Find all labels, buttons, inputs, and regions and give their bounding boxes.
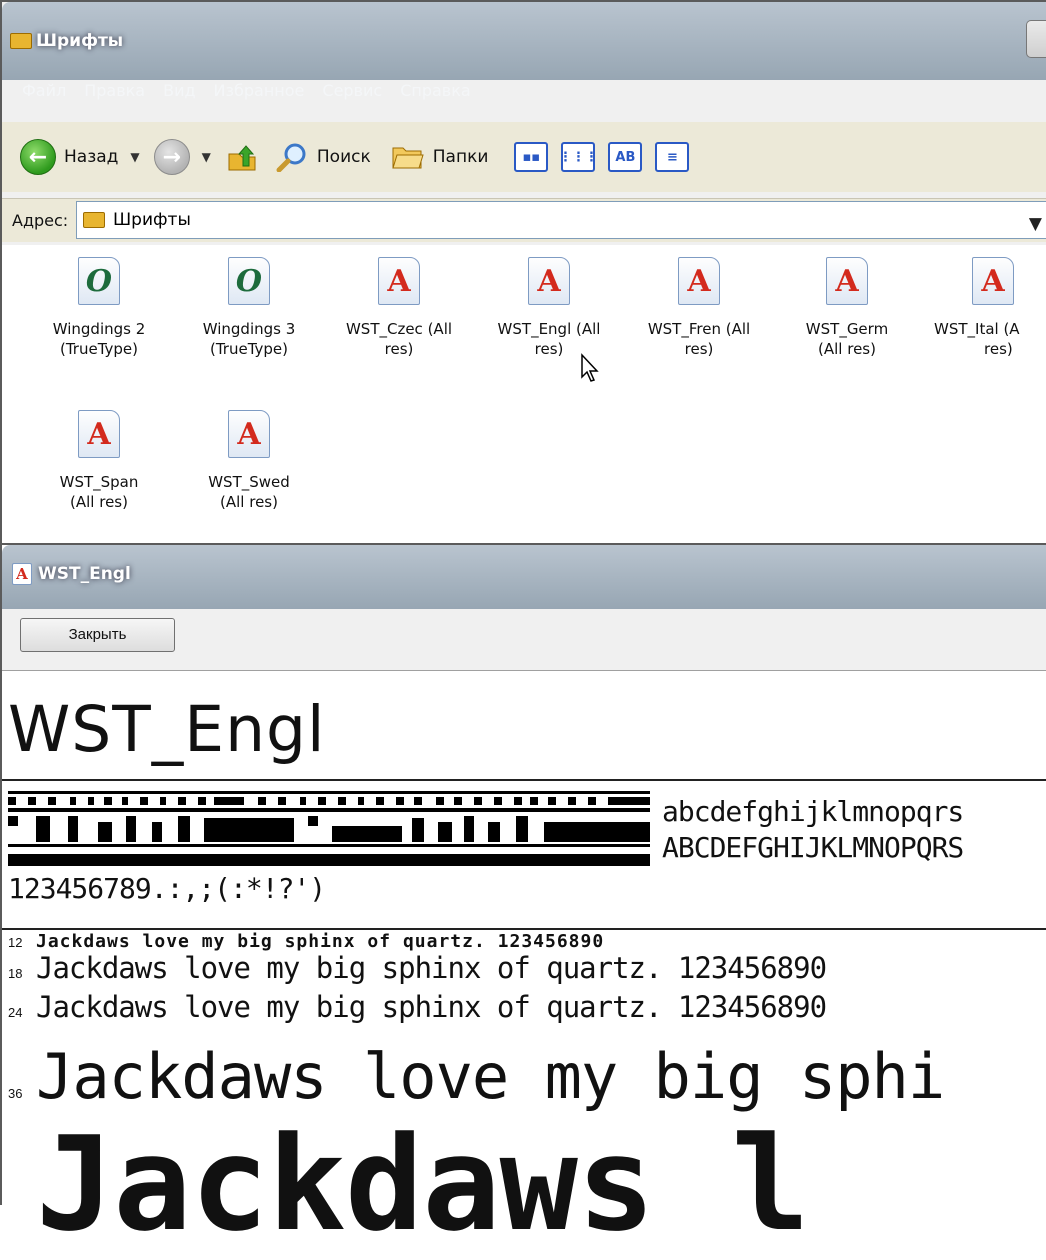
viewer-titlebar[interactable]: A WST_Engl — [2, 545, 1046, 609]
menu-help[interactable]: Справка — [400, 81, 471, 100]
view-tiles-icon[interactable]: ⋮⋮⋮ — [559, 142, 598, 172]
file-name-2: (TrueType) — [59, 340, 139, 358]
back-dropdown-icon[interactable]: ▼ — [130, 150, 139, 164]
file-name: Wingdings 3 — [202, 320, 296, 338]
file-name: WST_Span — [59, 473, 139, 491]
view-icons-icon[interactable]: AB — [608, 142, 643, 172]
viewer-toolbar: Закрыть — [2, 609, 1046, 671]
sample-line-18: 18 Jackdaws love my big sphinx of quartz.… — [8, 951, 827, 985]
opentype-o-icon: O — [78, 257, 120, 305]
view-thumbnails-icon[interactable]: ▪▪ — [514, 142, 549, 172]
address-dropdown-icon[interactable]: ▼ — [1029, 214, 1042, 234]
size-label: 12 — [8, 935, 23, 950]
menu-edit[interactable]: Правка — [84, 81, 145, 100]
view-details-icon[interactable]: ≡ — [655, 142, 690, 172]
folder-icon — [83, 212, 105, 228]
file-name: WST_Ital (A — [934, 320, 1020, 338]
font-a-icon: A — [228, 410, 270, 458]
file-item[interactable]: A WST_Czec (All res) — [324, 257, 474, 359]
file-name-2: (TrueType) — [209, 340, 289, 358]
font-a-icon: A — [12, 563, 32, 585]
file-item[interactable]: A WST_Engl (All res) — [474, 257, 624, 359]
menu-favorites[interactable]: Избранное — [214, 81, 305, 100]
toolbar: ← Назад ▼ → ▼ Поиск Папки ▪▪ ⋮⋮⋮ AB ≡ — [2, 122, 1046, 192]
close-button[interactable]: Закрыть — [20, 618, 175, 652]
file-item[interactable]: A WST_Swed (All res) — [174, 410, 324, 512]
file-name-2: (All res) — [220, 493, 278, 511]
file-name-2: (All res) — [70, 493, 128, 511]
size-label: 24 — [8, 1005, 23, 1020]
file-name-2: (All res) — [818, 340, 876, 358]
font-viewer-window: A WST_Engl Закрыть WST_Engl abcdefghijkl… — [0, 543, 1046, 1249]
file-name: Wingdings 2 — [52, 320, 146, 338]
explorer-titlebar[interactable]: Шрифты — [2, 2, 1046, 80]
file-item[interactable]: O Wingdings 2 (TrueType) — [24, 257, 174, 359]
file-name: WST_Germ — [805, 320, 889, 338]
menu-bar: Файл Правка Вид Избранное Сервис Справка — [2, 76, 1046, 104]
file-list: O Wingdings 2 (TrueType) O Wingdings 3 (Tr… — [2, 245, 1046, 543]
font-a-icon: A — [972, 257, 1014, 305]
window-control-button[interactable] — [1026, 20, 1046, 58]
folder-up-icon[interactable] — [225, 142, 259, 172]
file-name: WST_Engl (All — [497, 320, 601, 338]
font-a-icon: A — [378, 257, 420, 305]
address-label: Адрес: — [12, 211, 69, 230]
back-button-label[interactable]: Назад — [64, 147, 118, 167]
file-item[interactable]: A WST_Fren (All res) — [624, 257, 774, 359]
sample-text: Jackdaws love my big sphi — [36, 1040, 945, 1113]
file-name-2: res) — [984, 340, 1013, 358]
sample-text: Jackdaws love my big sphinx of quartz. 1… — [36, 951, 827, 985]
address-value: Шрифты — [113, 210, 191, 230]
file-name: WST_Swed — [208, 473, 290, 491]
file-name: WST_Czec (All — [345, 320, 453, 338]
size-label: 18 — [8, 966, 23, 981]
file-item[interactable]: A WST_Ital (A res) — [922, 257, 1046, 359]
file-name-2: res) — [384, 340, 414, 358]
sample-text: Jackdaws love my big sphinx of quartz. 1… — [36, 990, 827, 1024]
address-bar: Адрес: Шрифты ▼ — [2, 198, 1046, 242]
search-button-label[interactable]: Поиск — [317, 147, 371, 167]
sample-text: Jackdaws love my big sphinx of quartz. 1… — [36, 931, 605, 952]
address-field[interactable]: Шрифты ▼ — [76, 201, 1046, 239]
font-a-icon: A — [678, 257, 720, 305]
font-a-icon: A — [826, 257, 868, 305]
file-name: WST_Fren (All — [647, 320, 751, 338]
font-a-icon: A — [528, 257, 570, 305]
explorer-title: Шрифты — [36, 31, 124, 51]
back-arrow-icon[interactable]: ← — [20, 139, 56, 175]
search-icon[interactable] — [275, 142, 309, 172]
explorer-window: Шрифты Файл Правка Вид Избранное Сервис … — [0, 0, 1046, 543]
sample-line-large: Jackdaws l — [36, 1119, 810, 1249]
folder-icon — [10, 33, 32, 49]
mouse-pointer-icon — [581, 353, 599, 382]
opentype-o-icon: O — [228, 257, 270, 305]
glyph-preview — [8, 791, 650, 866]
lowercase-sample: abcdefghijklmnopqrs — [662, 795, 964, 828]
digits-sample: 123456789.:,;(:*!?') — [8, 872, 326, 905]
sample-line-12: 12 Jackdaws love my big sphinx of quartz.… — [8, 931, 604, 952]
file-item[interactable]: O Wingdings 3 (TrueType) — [174, 257, 324, 359]
sample-text: Jackdaws l — [36, 1108, 810, 1260]
file-item[interactable]: A WST_Germ (All res) — [772, 257, 922, 359]
file-item[interactable]: A WST_Span (All res) — [24, 410, 174, 512]
uppercase-sample: ABCDEFGHIJKLMNOPQRS — [662, 831, 964, 864]
divider — [2, 779, 1046, 781]
viewer-title: WST_Engl — [38, 564, 131, 584]
file-name-2: res) — [684, 340, 714, 358]
menu-file[interactable]: Файл — [22, 81, 66, 100]
font-a-icon: A — [78, 410, 120, 458]
menu-tools[interactable]: Сервис — [322, 81, 382, 100]
sample-line-24: 24 Jackdaws love my big sphinx of quartz.… — [8, 990, 827, 1024]
font-name-heading: WST_Engl — [8, 693, 326, 766]
forward-dropdown-icon[interactable]: ▼ — [202, 150, 211, 164]
folders-button-label[interactable]: Папки — [433, 147, 489, 167]
folders-icon[interactable] — [391, 142, 425, 172]
size-label: 36 — [8, 1086, 23, 1101]
menu-view[interactable]: Вид — [163, 81, 195, 100]
forward-arrow-icon[interactable]: → — [153, 139, 190, 175]
divider — [2, 928, 1046, 930]
sample-line-36: 36 Jackdaws love my big sphi — [8, 1040, 945, 1113]
